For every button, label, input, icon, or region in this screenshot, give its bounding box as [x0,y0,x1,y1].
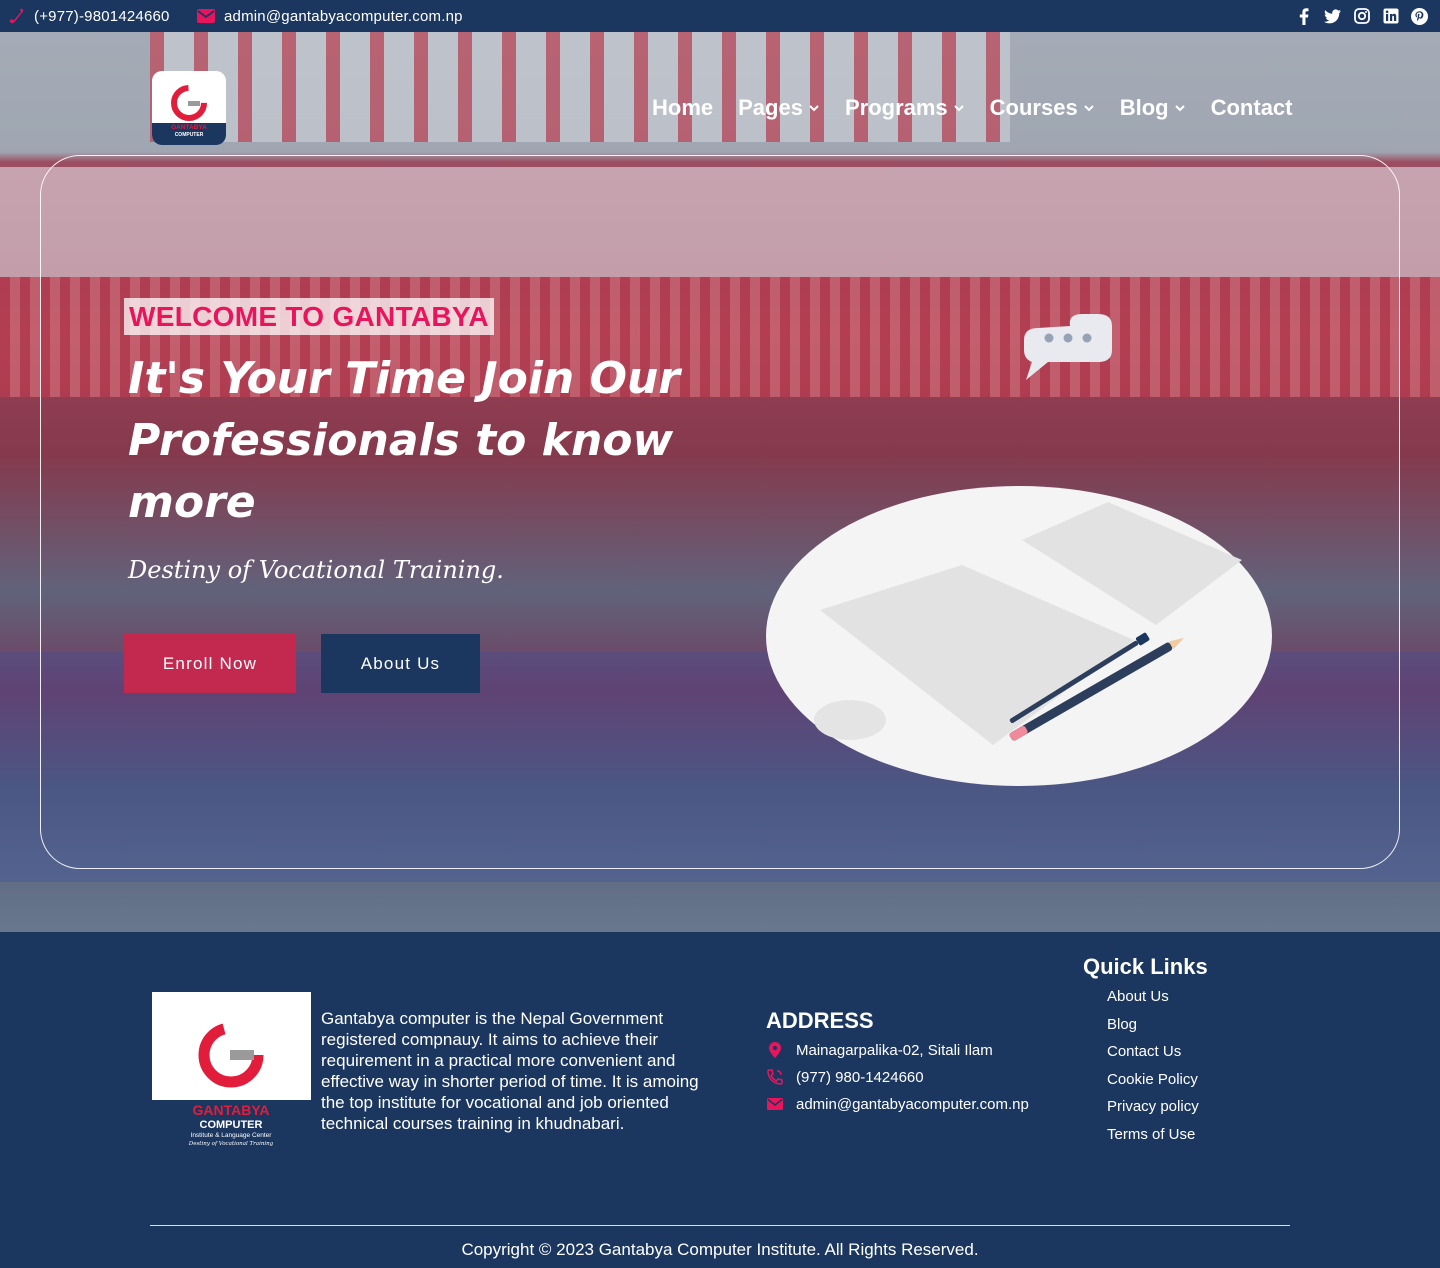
quick-link-terms-of-use[interactable]: Terms of Use [1107,1125,1199,1153]
envelope-icon [196,6,216,26]
footer-logo-line: Institute & Language Center [191,1132,273,1139]
footer-divider [150,1225,1290,1226]
social-links [1295,0,1428,32]
quick-links-title: Quick Links [1083,954,1208,979]
footer-logo-motto: Destiny of Vocational Training [188,1141,274,1147]
chevron-down-icon [953,102,965,114]
nav-blog-label: Blog [1119,95,1169,120]
hero-headline: It's Your Time Join Our Professionals to… [128,353,680,528]
footer-logo-title: GANTABYA [192,1102,269,1118]
welcome-badge: WELCOME TO GANTABYA [124,298,494,335]
envelope-icon [766,1095,784,1113]
quick-link-about-us[interactable]: About Us [1107,987,1199,1015]
footer-logo-subtitle: COMPUTER [200,1119,263,1131]
site-logo[interactable]: GANTABYA COMPUTER [152,71,226,145]
chevron-down-icon [1174,102,1186,114]
map-pin-icon [766,1041,784,1059]
footer-phone-row[interactable]: (977) 980-1424660 [766,1068,924,1086]
pinterest-icon[interactable] [1411,7,1428,25]
footer-address: Mainagarpalika-02, Sitali Ilam [796,1041,993,1059]
topbar-email-text: admin@gantabyacomputer.com.np [224,7,463,25]
enroll-now-button[interactable]: Enroll Now [124,634,296,693]
phone-ring-icon [766,1068,784,1086]
footer-logo[interactable]: GANTABYA COMPUTER Institute & Language C… [152,992,311,1151]
nav-pages-label: Pages [738,95,803,120]
footer-address-title: ADDRESS [766,1008,874,1033]
copyright-text: Copyright © 2023 Gantabya Computer Insti… [461,1240,979,1259]
quick-link-blog[interactable]: Blog [1107,1015,1199,1043]
chevron-down-icon [808,102,820,114]
nav-blog[interactable]: Blog [1120,95,1186,121]
quick-link-contact-us[interactable]: Contact Us [1107,1042,1199,1070]
footer-email-row[interactable]: admin@gantabyacomputer.com.np [766,1095,1029,1113]
twitter-icon[interactable] [1324,8,1341,25]
quick-link-cookie-policy[interactable]: Cookie Policy [1107,1070,1199,1098]
nav-programs-label: Programs [844,95,948,120]
nav-home-label: Home [652,95,714,120]
footer-phone: (977) 980-1424660 [796,1068,924,1086]
quick-links-list: About Us Blog Contact Us Cookie Policy P… [1107,987,1199,1152]
site-footer: GANTABYA COMPUTER Institute & Language C… [0,932,1440,1268]
footer-about-text: Gantabya computer is the Nepal Governmen… [321,1009,699,1133]
hero-tagline: Destiny of Vocational Training. [128,556,504,584]
topbar-email[interactable]: admin@gantabyacomputer.com.np [196,0,463,32]
top-bar: (+977)-9801424660 admin@gantabyacomputer… [0,0,1440,32]
logo-title: GANTABYA [171,124,207,131]
facebook-icon[interactable] [1295,7,1312,25]
logo-subtitle: COMPUTER [175,132,204,138]
instagram-icon[interactable] [1353,8,1370,25]
main-nav: Home Pages Programs Courses Blog Contact [652,90,1293,126]
phone-icon [6,6,26,26]
nav-programs[interactable]: Programs [845,95,965,121]
about-us-button[interactable]: About Us [321,634,480,693]
quick-link-privacy-policy[interactable]: Privacy policy [1107,1097,1199,1125]
topbar-phone[interactable]: (+977)-9801424660 [6,0,170,32]
nav-courses[interactable]: Courses [990,95,1095,121]
linkedin-icon[interactable] [1382,8,1399,25]
hero-illustration [760,300,1280,800]
footer-email: admin@gantabyacomputer.com.np [796,1095,1029,1113]
topbar-phone-text: (+977)-9801424660 [34,7,170,25]
nav-home[interactable]: Home [652,95,713,121]
nav-contact-label: Contact [1210,95,1293,120]
chevron-down-icon [1083,102,1095,114]
nav-courses-label: Courses [989,95,1078,120]
footer-address-row: Mainagarpalika-02, Sitali Ilam [766,1041,993,1059]
nav-contact[interactable]: Contact [1211,95,1293,121]
chat-bubble-icon [1024,314,1112,380]
nav-pages[interactable]: Pages [738,95,820,121]
